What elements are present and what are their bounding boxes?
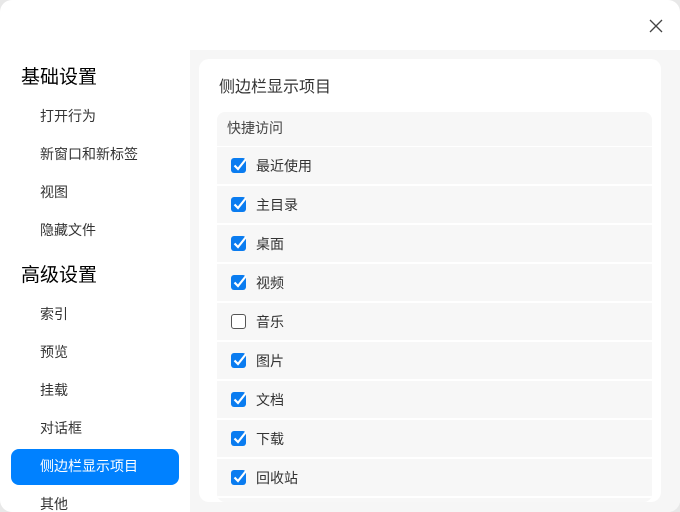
checkbox-checked-icon[interactable]	[231, 392, 247, 407]
content-area: 侧边栏显示项目 快捷访问 最近使用主目录桌面视频音乐图片文档下载回收站	[190, 50, 680, 512]
item-label: 下载	[256, 431, 284, 448]
checkbox-checked-icon[interactable]	[231, 275, 247, 290]
nav-item[interactable]: 挂载	[11, 373, 179, 409]
nav-item[interactable]: 侧边栏显示项目	[11, 449, 179, 485]
sidebar-item-toggle[interactable]: 桌面	[217, 225, 652, 264]
sidebar-item-toggle[interactable]: 视频	[217, 264, 652, 303]
item-label: 回收站	[256, 470, 298, 487]
nav-item[interactable]: 新窗口和新标签	[11, 137, 179, 173]
item-label: 桌面	[256, 236, 284, 253]
checkbox-checked-icon[interactable]	[231, 431, 247, 446]
item-label: 视频	[256, 275, 284, 292]
item-label: 主目录	[256, 197, 298, 214]
nav-item[interactable]: 索引	[11, 297, 179, 333]
settings-card: 侧边栏显示项目 快捷访问 最近使用主目录桌面视频音乐图片文档下载回收站	[199, 59, 661, 502]
close-icon	[649, 19, 663, 33]
nav-item[interactable]: 预览	[11, 335, 179, 371]
sidebar-item-toggle[interactable]: 回收站	[217, 459, 652, 498]
item-label: 文档	[256, 392, 284, 409]
sidebar-item-toggle[interactable]: 图片	[217, 342, 652, 381]
checkbox-checked-icon[interactable]	[231, 236, 247, 251]
checkbox-checked-icon[interactable]	[231, 158, 247, 173]
settings-dialog: 基础设置 打开行为 新窗口和新标签 视图 隐藏文件 高级设置 索引 预览 挂载 对话框 侧边栏显示项…	[0, 0, 680, 512]
section-title: 侧边栏显示项目	[219, 77, 332, 96]
quick-access-group: 快捷访问 最近使用主目录桌面视频音乐图片文档下载回收站	[217, 112, 652, 502]
item-label: 图片	[256, 353, 284, 370]
nav-item[interactable]: 打开行为	[11, 99, 179, 135]
nav-item[interactable]: 对话框	[11, 411, 179, 447]
checkbox-unchecked-icon[interactable]	[231, 314, 246, 329]
nav-item[interactable]: 其他	[11, 487, 179, 512]
sidebar-item-toggle[interactable]: 最近使用	[217, 147, 652, 186]
sidebar-item-toggle[interactable]: 文档	[217, 381, 652, 420]
checkbox-checked-icon[interactable]	[231, 197, 247, 212]
sidebar-item-toggle[interactable]: 主目录	[217, 186, 652, 225]
close-button[interactable]	[646, 16, 666, 36]
sidebar-item-toggle[interactable]: 下载	[217, 420, 652, 459]
checkbox-checked-icon[interactable]	[231, 353, 247, 368]
nav-heading: 基础设置	[21, 66, 98, 88]
checkbox-checked-icon[interactable]	[231, 470, 247, 485]
sidebar-item-toggle[interactable]: 音乐	[217, 303, 652, 342]
nav-item[interactable]: 视图	[11, 175, 179, 211]
group-title: 快捷访问	[217, 112, 652, 147]
nav-item[interactable]: 隐藏文件	[11, 213, 179, 249]
item-label: 音乐	[256, 314, 284, 331]
item-label: 最近使用	[256, 158, 312, 175]
nav-heading: 高级设置	[21, 264, 98, 286]
